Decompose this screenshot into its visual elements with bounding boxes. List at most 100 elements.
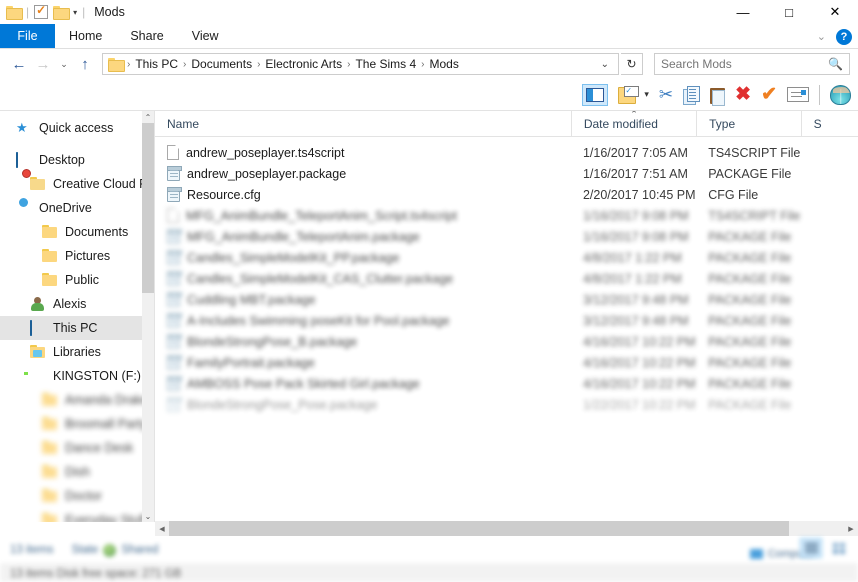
file-name-cell[interactable]: MFG_AnimBundle_TeleportAnim_Script.ts4sc… [155, 208, 571, 223]
table-row[interactable]: BlondeStrongPose_Pose.package 1/22/2017 … [155, 394, 858, 415]
table-row[interactable]: MFG_AnimBundle_TeleportAnim_Script.ts4sc… [155, 205, 858, 226]
sidebar-item-blurred[interactable]: Doctor [0, 484, 154, 508]
navigation-pane-scrollbar[interactable]: ⌃ ⌄ [142, 111, 154, 522]
forward-button[interactable]: → [32, 52, 54, 76]
scroll-right-icon[interactable]: ▶ [844, 521, 858, 536]
chevron-down-icon[interactable]: ⌄ [817, 30, 826, 43]
table-row[interactable]: A-Includes Swimming poseKit for Pool.pac… [155, 310, 858, 331]
sidebar-item-kingston-f[interactable]: KINGSTON (F:) [0, 364, 154, 388]
delete-button[interactable]: ✖ [735, 82, 751, 108]
cut-button[interactable]: ✂ [659, 82, 673, 108]
sidebar-item-quick-access[interactable]: ★ Quick access [0, 116, 154, 140]
table-row[interactable]: MFG_AnimBundle_TeleportAnim.package 1/16… [155, 226, 858, 247]
recent-locations-button[interactable]: ⌄ [56, 52, 72, 76]
sidebar-item-public[interactable]: Public [0, 268, 154, 292]
file-name-cell[interactable]: Candles_SimpleModelKit_PP.package [155, 250, 571, 265]
file-name-cell[interactable]: andrew_poseplayer.ts4script [155, 145, 571, 160]
scissors-icon: ✂ [658, 84, 674, 104]
sidebar-item-desktop[interactable]: Desktop [0, 148, 154, 172]
new-folder-icon[interactable] [53, 6, 71, 20]
sidebar-item-creative-cloud-files[interactable]: Creative Cloud F [0, 168, 154, 196]
select-button[interactable]: ✔ [761, 82, 777, 108]
up-button[interactable]: ↑ [74, 52, 96, 76]
sidebar-item-blurred[interactable]: Broomall Party [0, 412, 154, 436]
folder-icon[interactable] [6, 6, 23, 20]
breadcrumb-item-the-sims-4[interactable]: The Sims 4 [351, 56, 420, 72]
details-view-button[interactable] [800, 538, 822, 558]
help-icon[interactable]: ? [836, 28, 852, 45]
scroll-down-icon[interactable]: ⌄ [142, 510, 154, 522]
sidebar-item-alexis[interactable]: Alexis [0, 292, 154, 316]
file-name-cell[interactable]: Candles_SimpleModelKit_CAS_Clutter.packa… [155, 271, 571, 286]
file-name-cell[interactable]: MFG_AnimBundle_TeleportAnim.package [155, 229, 571, 244]
table-row[interactable]: Cuddling MBT.package 3/12/2017 9:48 PM P… [155, 289, 858, 310]
table-row[interactable]: Candles_SimpleModelKit_CAS_Clutter.packa… [155, 268, 858, 289]
paste-button[interactable] [710, 82, 726, 108]
copy-button[interactable] [683, 82, 701, 108]
scrollbar-thumb[interactable] [169, 521, 789, 536]
sidebar-item-onedrive[interactable]: OneDrive [0, 196, 154, 220]
table-row[interactable]: AMBOSS Pose Pack Skirted Girl.package 4/… [155, 373, 858, 394]
sidebar-item-pictures[interactable]: Pictures [0, 244, 154, 268]
scrollbar-track[interactable] [169, 521, 844, 536]
table-row[interactable]: FamilyPortrait.package 4/16/2017 10:22 P… [155, 352, 858, 373]
column-header-type[interactable]: Type [696, 111, 801, 137]
table-row[interactable]: andrew_poseplayer.ts4script 1/16/2017 7:… [155, 142, 858, 163]
large-icons-view-button[interactable] [828, 538, 850, 558]
sidebar-item-documents[interactable]: Documents [0, 220, 154, 244]
breadcrumb-item-mods[interactable]: Mods [426, 56, 463, 72]
table-row[interactable]: Candles_SimpleModelKit_PP.package 4/8/20… [155, 247, 858, 268]
tab-file[interactable]: File [0, 24, 55, 48]
minimize-button[interactable]: — [720, 0, 766, 24]
shell-app-button[interactable] [830, 82, 851, 108]
sidebar-item-libraries[interactable]: Libraries [0, 340, 154, 364]
file-name-cell[interactable]: Cuddling MBT.package [155, 292, 571, 307]
sidebar-item-blurred[interactable]: Dance Desk [0, 436, 154, 460]
file-date-cell: 1/16/2017 9:08 PM [582, 229, 689, 244]
file-name-cell[interactable]: Resource.cfg [155, 187, 571, 202]
file-name-cell[interactable]: A-Includes Swimming poseKit for Pool.pac… [155, 313, 571, 328]
table-row[interactable]: Resource.cfg 2/20/2017 10:45 PM CFG File [155, 184, 858, 205]
table-row[interactable]: andrew_poseplayer.package 1/16/2017 7:51… [155, 163, 858, 184]
file-name-cell[interactable]: FamilyPortrait.package [155, 355, 571, 370]
breadcrumb-item-this-pc[interactable]: This PC [131, 56, 182, 72]
sidebar-item-label: Pictures [65, 249, 111, 263]
scroll-up-icon[interactable]: ⌃ [142, 111, 154, 123]
column-header-size[interactable]: S [800, 111, 858, 137]
navigation-pane-toggle-button[interactable] [582, 82, 609, 108]
horizontal-scrollbar[interactable]: ◀ ▶ [155, 521, 858, 536]
maximize-button[interactable]: □ [766, 0, 812, 24]
file-name-cell[interactable]: andrew_poseplayer.package [155, 166, 571, 181]
breadcrumb-item-documents[interactable]: Documents [187, 56, 256, 72]
search-box[interactable]: 🔍 [654, 53, 850, 75]
scroll-left-icon[interactable]: ◀ [155, 521, 169, 536]
folder-properties-button[interactable]: ✓ [618, 82, 640, 108]
search-icon[interactable]: 🔍 [828, 57, 843, 71]
tab-share[interactable]: Share [116, 24, 177, 48]
file-name-cell[interactable]: AMBOSS Pose Pack Skirted Girl.package [155, 376, 571, 391]
rename-button[interactable] [787, 82, 809, 108]
breadcrumb[interactable]: › This PC › Documents › Electronic Arts … [102, 53, 619, 75]
search-input[interactable] [661, 57, 829, 71]
breadcrumb-item-electronic-arts[interactable]: Electronic Arts [261, 56, 346, 72]
chevron-down-icon[interactable]: ▾ [644, 89, 649, 100]
sidebar-item-blurred[interactable]: Dish [0, 460, 154, 484]
sidebar-item-blurred[interactable]: Everyday Stuff [0, 508, 154, 522]
sidebar-item-this-pc[interactable]: This PC [0, 316, 154, 340]
column-header-date-modified[interactable]: ⌃ Date modified [570, 111, 696, 137]
sidebar-item-label: OneDrive [39, 201, 92, 215]
scrollbar-thumb[interactable] [142, 123, 154, 293]
tab-home[interactable]: Home [55, 24, 116, 48]
file-name-cell[interactable]: BlondeStrongPose_B.package [155, 334, 571, 349]
file-name-cell[interactable]: BlondeStrongPose_Pose.package [155, 397, 571, 412]
sidebar-item-blurred[interactable]: Amanda Drake [0, 388, 154, 412]
chevron-down-icon[interactable]: ▾ [73, 8, 77, 17]
close-button[interactable]: ✕ [812, 0, 858, 24]
table-row[interactable]: BlondeStrongPose_B.package 4/16/2017 10:… [155, 331, 858, 352]
tab-view[interactable]: View [178, 24, 233, 48]
refresh-button[interactable]: ↻ [621, 53, 643, 75]
properties-icon[interactable] [34, 3, 49, 19]
back-button[interactable]: ← [8, 52, 30, 76]
column-header-name[interactable]: Name [155, 111, 571, 137]
chevron-down-icon[interactable]: ⌄ [595, 59, 615, 70]
